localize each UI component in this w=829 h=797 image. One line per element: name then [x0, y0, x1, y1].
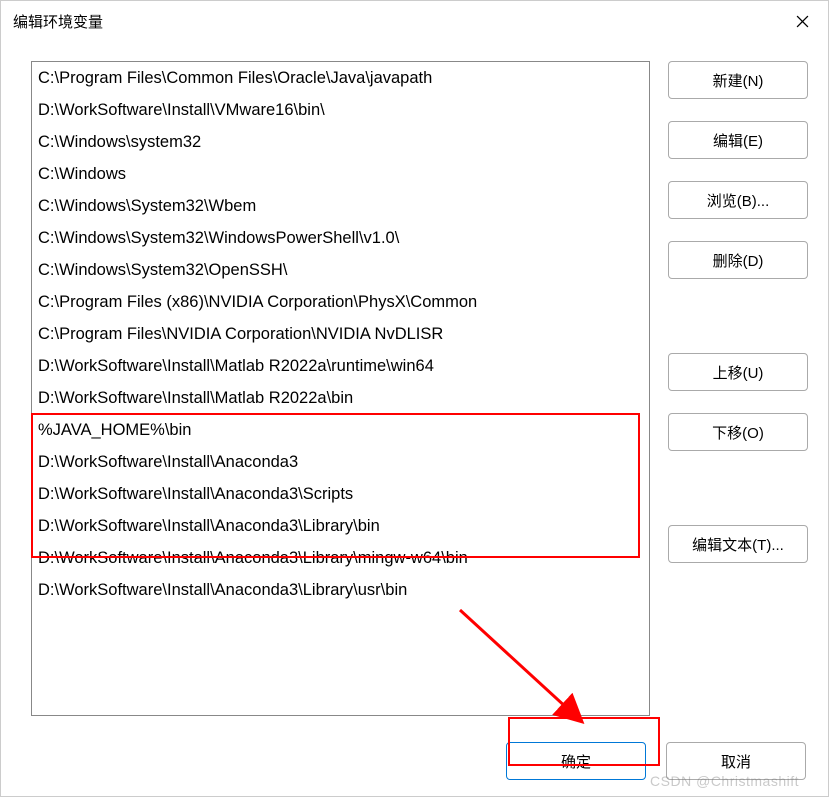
spacer [668, 473, 808, 503]
spacer [668, 301, 808, 331]
dialog-content: C:\Program Files\Common Files\Oracle\Jav… [1, 41, 828, 726]
list-item[interactable]: D:\WorkSoftware\Install\Anaconda3\Librar… [32, 574, 649, 606]
list-item[interactable]: %JAVA_HOME%\bin [32, 414, 649, 446]
ok-button[interactable]: 确定 [506, 742, 646, 780]
list-item[interactable]: D:\WorkSoftware\Install\Matlab R2022a\ru… [32, 350, 649, 382]
action-sidebar: 新建(N) 编辑(E) 浏览(B)... 删除(D) 上移(U) 下移(O) 编… [668, 61, 808, 716]
close-button[interactable] [788, 7, 816, 35]
list-item[interactable]: D:\WorkSoftware\Install\Anaconda3\Script… [32, 478, 649, 510]
browse-button[interactable]: 浏览(B)... [668, 181, 808, 219]
list-item[interactable]: D:\WorkSoftware\Install\Anaconda3\Librar… [32, 510, 649, 542]
list-item[interactable]: D:\WorkSoftware\Install\VMware16\bin\ [32, 94, 649, 126]
list-item[interactable]: C:\Windows\system32 [32, 126, 649, 158]
list-item[interactable]: C:\Program Files\Common Files\Oracle\Jav… [32, 62, 649, 94]
list-item[interactable]: D:\WorkSoftware\Install\Anaconda3 [32, 446, 649, 478]
list-item[interactable]: C:\Windows\System32\WindowsPowerShell\v1… [32, 222, 649, 254]
new-button[interactable]: 新建(N) [668, 61, 808, 99]
list-item[interactable]: C:\Windows\System32\OpenSSH\ [32, 254, 649, 286]
edit-text-button[interactable]: 编辑文本(T)... [668, 525, 808, 563]
path-listbox[interactable]: C:\Program Files\Common Files\Oracle\Jav… [31, 61, 650, 716]
move-down-button[interactable]: 下移(O) [668, 413, 808, 451]
list-item[interactable]: C:\Program Files\NVIDIA Corporation\NVID… [32, 318, 649, 350]
list-item[interactable]: D:\WorkSoftware\Install\Matlab R2022a\bi… [32, 382, 649, 414]
dialog-footer: 确定 取消 [1, 726, 828, 796]
list-item[interactable]: C:\Program Files (x86)\NVIDIA Corporatio… [32, 286, 649, 318]
cancel-button[interactable]: 取消 [666, 742, 806, 780]
edit-button[interactable]: 编辑(E) [668, 121, 808, 159]
list-item[interactable]: D:\WorkSoftware\Install\Anaconda3\Librar… [32, 542, 649, 574]
delete-button[interactable]: 删除(D) [668, 241, 808, 279]
title-bar: 编辑环境变量 [1, 1, 828, 41]
move-up-button[interactable]: 上移(U) [668, 353, 808, 391]
list-item[interactable]: C:\Windows\System32\Wbem [32, 190, 649, 222]
list-item[interactable]: C:\Windows [32, 158, 649, 190]
close-icon [796, 15, 809, 28]
dialog-title: 编辑环境变量 [13, 11, 103, 32]
dialog-window: 编辑环境变量 C:\Program Files\Common Files\Ora… [0, 0, 829, 797]
